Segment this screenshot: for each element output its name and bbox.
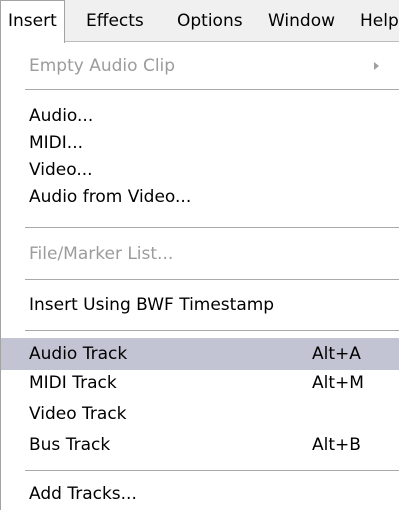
menu-item-label: Add Tracks... — [29, 484, 137, 504]
menu-item-label: Audio Track — [29, 344, 128, 364]
menu-effects[interactable]: Effects — [79, 0, 151, 42]
menu-item-label: File/Marker List... — [29, 244, 174, 264]
menu-item-label: MIDI Track — [29, 373, 117, 393]
menu-item-video-track[interactable]: Video Track — [1, 398, 399, 430]
menu-item-label: Audio from Video... — [29, 187, 192, 207]
menu-options[interactable]: Options — [170, 0, 250, 42]
menu-separator — [25, 470, 399, 471]
menu-item-label: Insert Using BWF Timestamp — [29, 295, 275, 315]
menu-separator — [25, 330, 399, 331]
menu-separator — [25, 89, 399, 90]
menu-item-bus-track[interactable]: Bus Track Alt+B — [1, 429, 399, 461]
menu-item-file-marker-list: File/Marker List... — [1, 238, 399, 270]
menu-item-insert-bwf-timestamp[interactable]: Insert Using BWF Timestamp — [1, 289, 399, 321]
menu-insert[interactable]: Insert — [0, 0, 65, 43]
menu-window[interactable]: Window — [261, 0, 342, 42]
menu-separator — [25, 279, 399, 280]
menu-item-label: Video Track — [29, 404, 127, 424]
submenu-arrow-icon — [374, 62, 379, 70]
menu-item-empty-audio-clip: Empty Audio Clip — [1, 50, 399, 82]
menu-item-label: Bus Track — [29, 435, 111, 455]
menu-item-shortcut: Alt+B — [312, 435, 361, 455]
menu-separator — [25, 227, 399, 228]
menu-item-add-tracks[interactable]: Add Tracks... — [1, 478, 399, 510]
menu-item-shortcut: Alt+M — [312, 373, 364, 393]
insert-dropdown-menu: Empty Audio Clip Audio... MIDI... Video.… — [0, 42, 399, 510]
menu-item-label: Empty Audio Clip — [29, 56, 176, 76]
menu-item-midi-track[interactable]: MIDI Track Alt+M — [1, 367, 399, 399]
menu-item-audio-from-video[interactable]: Audio from Video... — [1, 181, 399, 213]
menu-item-audio-track[interactable]: Audio Track Alt+A — [1, 338, 399, 370]
menu-item-shortcut: Alt+A — [312, 344, 361, 364]
menu-help[interactable]: Help — [353, 0, 399, 42]
menu-bar: Insert Effects Options Window Help — [0, 0, 399, 43]
